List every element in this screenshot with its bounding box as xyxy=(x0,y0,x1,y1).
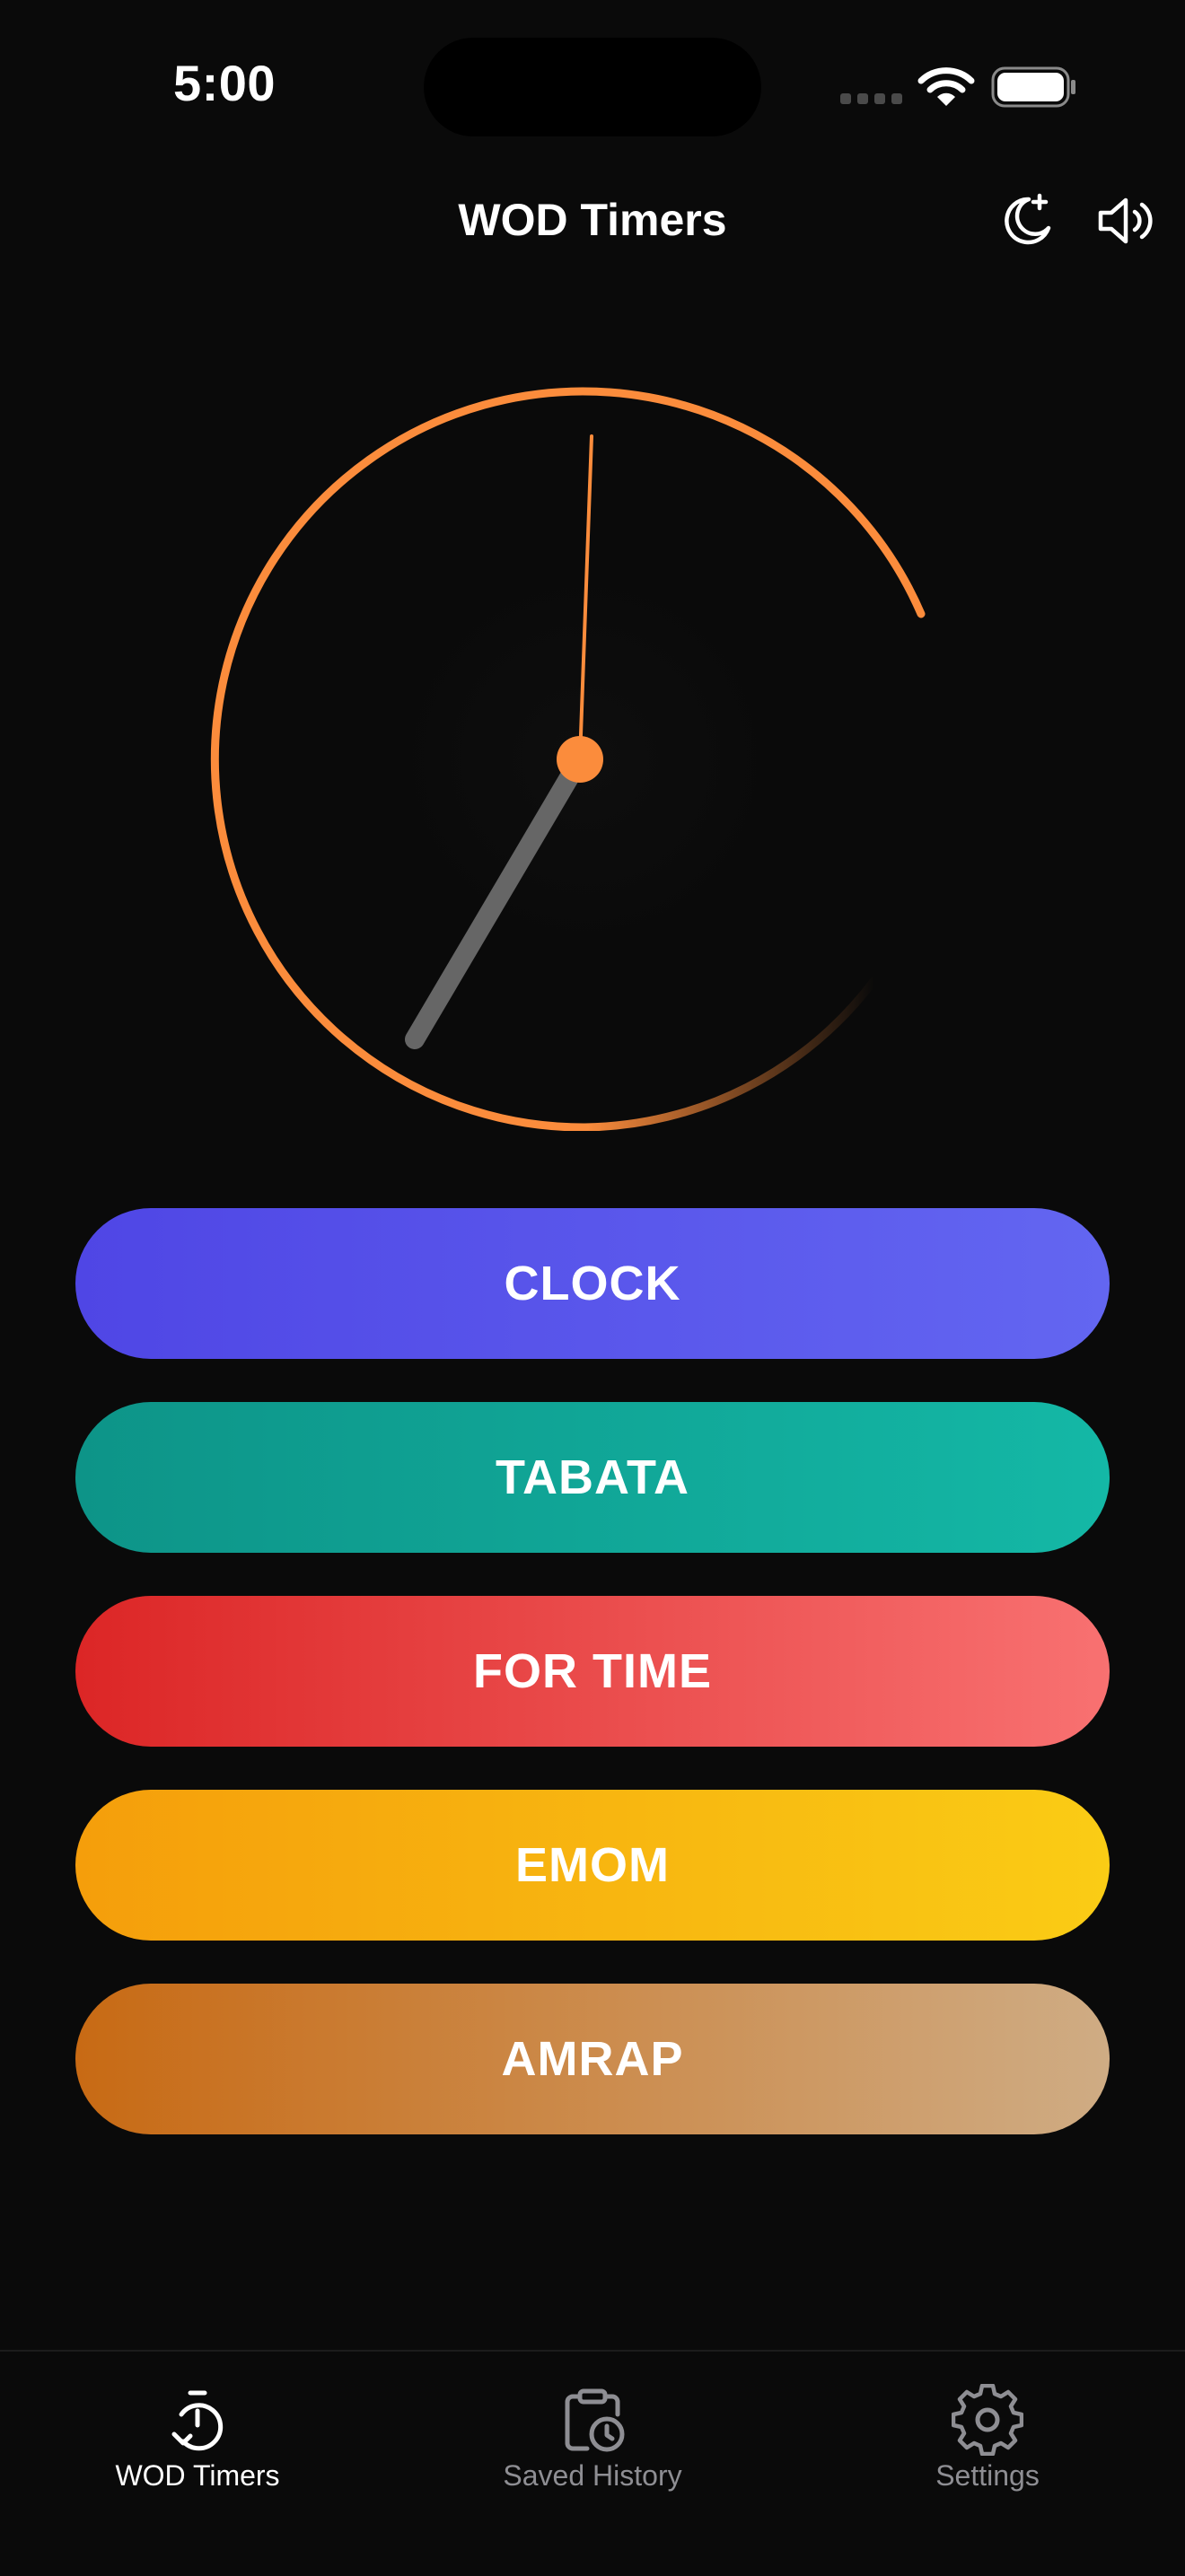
clock-timer-button[interactable]: CLOCK xyxy=(75,1208,1110,1359)
progress-ring-tail xyxy=(581,976,879,1131)
stopwatch-icon xyxy=(171,2390,224,2451)
dynamic-island xyxy=(424,38,761,136)
tabata-timer-button[interactable]: TABATA xyxy=(75,1402,1110,1553)
amrap-timer-button[interactable]: AMRAP xyxy=(75,1984,1110,2134)
dark-mode-button[interactable] xyxy=(993,188,1058,253)
emom-timer-button[interactable]: EMOM xyxy=(75,1790,1110,1941)
speaker-icon xyxy=(1098,197,1153,244)
timer-button-list: CLOCK TABATA FOR TIME EMOM AMRAP xyxy=(75,1208,1110,2177)
wifi-icon xyxy=(917,67,975,106)
gear-icon xyxy=(952,2384,1023,2456)
tab-bar: WOD Timers Saved History Settings xyxy=(0,2350,1185,2576)
clock-center-dot xyxy=(557,736,603,783)
clipboard-clock-icon xyxy=(565,2388,625,2452)
status-bar: 5:00 xyxy=(0,0,1185,136)
cellular-signal-icon xyxy=(840,93,902,104)
tab-saved-history[interactable]: Saved History xyxy=(458,2366,727,2501)
tab-wod-timers[interactable]: WOD Timers xyxy=(63,2366,332,2501)
tab-settings[interactable]: Settings xyxy=(853,2366,1122,2501)
clock-face xyxy=(210,387,926,1131)
tab-label: Saved History xyxy=(503,2459,682,2492)
nav-header: WOD Timers xyxy=(0,171,1185,269)
for-time-timer-button[interactable]: FOR TIME xyxy=(75,1596,1110,1747)
tab-label: Settings xyxy=(935,2459,1040,2492)
moon-plus-icon xyxy=(1005,193,1051,245)
sound-button[interactable] xyxy=(1092,188,1156,253)
battery-icon xyxy=(991,66,1075,108)
tab-label: WOD Timers xyxy=(115,2459,280,2492)
status-time: 5:00 xyxy=(172,55,276,111)
